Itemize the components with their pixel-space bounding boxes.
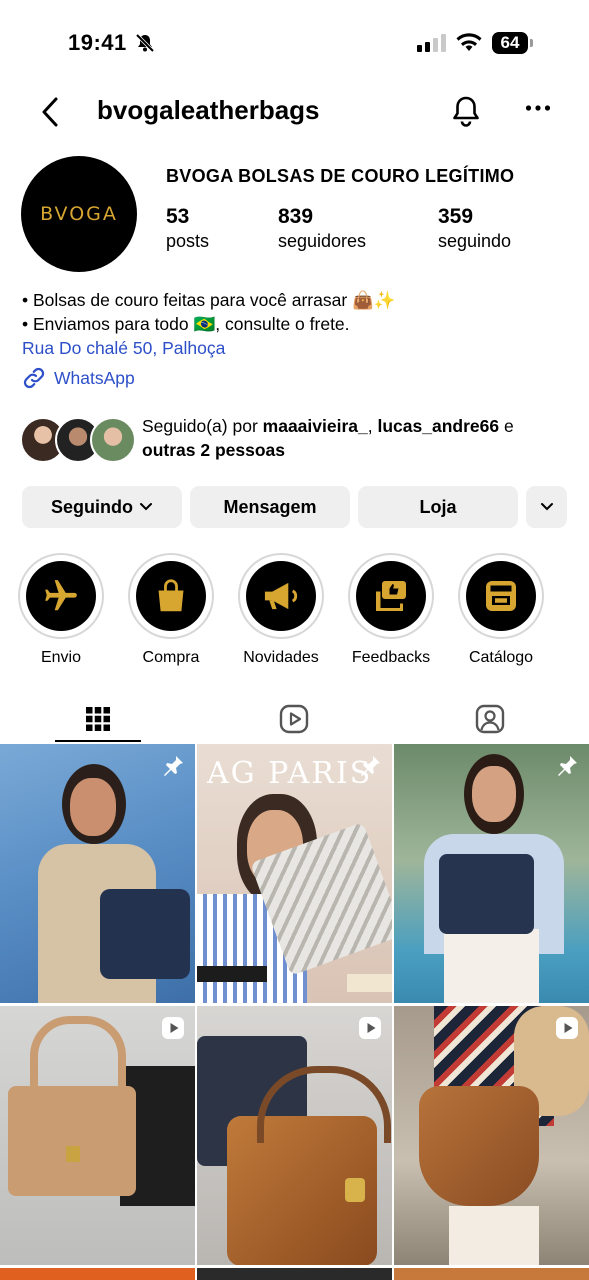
stat-following-value: 359 xyxy=(438,205,474,228)
silent-mode-icon xyxy=(135,33,155,53)
message-button[interactable]: Mensagem xyxy=(190,486,350,528)
airplane-icon xyxy=(45,580,77,611)
storefront-icon xyxy=(486,581,516,611)
wifi-icon xyxy=(456,33,482,51)
cellular-signal-icon xyxy=(417,34,446,52)
post-thumbnail-6[interactable] xyxy=(394,1006,589,1265)
chevron-down-icon xyxy=(540,503,553,511)
post-thumbnail-5[interactable] xyxy=(197,1006,392,1265)
post-overlay-text: AG PARIS xyxy=(207,756,373,791)
suggested-accounts-button[interactable] xyxy=(526,486,567,528)
whatsapp-link-label: WhatsApp xyxy=(54,368,135,388)
stat-posts-value: 53 xyxy=(166,205,190,228)
post-thumbnail-9[interactable] xyxy=(394,1268,589,1280)
chevron-down-icon xyxy=(140,503,152,511)
active-tab-indicator xyxy=(55,740,141,742)
post-thumbnail-3[interactable] xyxy=(394,744,589,1003)
highlight-feedbacks[interactable]: Feedbacks xyxy=(348,553,434,667)
stat-following[interactable]: 359 seguindo xyxy=(438,204,511,252)
highlight-novidades[interactable]: Novidades xyxy=(238,553,324,667)
megaphone-icon xyxy=(264,582,298,610)
following-button-label: Seguindo xyxy=(51,496,133,517)
highlight-label: Catálogo xyxy=(468,649,534,666)
tab-tagged[interactable] xyxy=(392,695,588,743)
post-thumbnail-1[interactable] xyxy=(0,744,195,1003)
status-time: 19:41 xyxy=(68,30,127,55)
reels-icon xyxy=(279,704,309,734)
highlight-envio[interactable]: Envio xyxy=(18,553,104,667)
bio-line-2: • Enviamos para todo 🇧🇷, consulte o fret… xyxy=(22,314,350,334)
followed-by-prefix: Seguido(a) por xyxy=(142,416,258,436)
notification-bell-icon[interactable] xyxy=(451,95,481,127)
followed-by-others[interactable]: outras 2 pessoas xyxy=(142,440,285,460)
reel-icon xyxy=(359,1017,381,1039)
tab-posts-grid[interactable] xyxy=(0,695,196,743)
post-thumbnail-4[interactable] xyxy=(0,1006,195,1265)
stat-posts-label: posts xyxy=(166,231,210,251)
back-arrow-icon[interactable] xyxy=(38,95,62,129)
highlight-catalogo[interactable]: Catálogo xyxy=(458,553,544,667)
highlight-compra[interactable]: Compra xyxy=(128,553,214,667)
tagged-icon xyxy=(475,704,505,734)
stat-following-label: seguindo xyxy=(438,231,512,251)
post-thumbnail-8[interactable] xyxy=(197,1268,392,1280)
profile-username: bvogaleatherbags xyxy=(97,95,320,125)
stat-posts[interactable]: 53 posts xyxy=(166,204,209,252)
post-thumbnail-2[interactable]: AG PARIS xyxy=(197,744,392,1003)
highlight-label: Feedbacks xyxy=(351,649,431,666)
stat-followers-value: 839 xyxy=(278,205,314,228)
brand-logo: BVOGA xyxy=(40,203,118,225)
shop-button[interactable]: Loja xyxy=(358,486,518,528)
highlight-label: Novidades xyxy=(243,649,319,666)
followed-by-user-1[interactable]: maaaivieira_ xyxy=(263,416,368,436)
shop-button-label: Loja xyxy=(419,496,457,517)
pinned-icon xyxy=(164,756,183,776)
bio-line-1: • Bolsas de couro feitas para você arras… xyxy=(22,290,396,310)
followed-by-text[interactable]: Seguido(a) por maaaivieira_, lucas_andre… xyxy=(142,414,572,462)
tab-reels[interactable] xyxy=(196,695,392,743)
feedback-icon xyxy=(376,581,406,611)
reel-icon xyxy=(162,1017,184,1039)
stat-followers-label: seguidores xyxy=(278,231,367,251)
grid-icon xyxy=(86,707,110,731)
highlight-label: Envio xyxy=(40,649,82,666)
highlight-label: Compra xyxy=(142,649,200,666)
battery-indicator: 64 xyxy=(492,32,528,54)
followed-by-user-2[interactable]: lucas_andre66 xyxy=(378,416,500,436)
whatsapp-link[interactable]: WhatsApp xyxy=(22,366,135,390)
shopping-bag-icon xyxy=(158,579,184,612)
link-icon xyxy=(23,367,45,389)
pinned-icon xyxy=(558,756,577,776)
more-options-icon[interactable] xyxy=(525,104,551,112)
profile-avatar[interactable]: BVOGA xyxy=(21,156,137,272)
message-button-label: Mensagem xyxy=(223,496,317,517)
following-button[interactable]: Seguindo xyxy=(22,486,182,528)
followed-by-and: e xyxy=(503,416,514,436)
followed-by-separator: , xyxy=(367,416,373,436)
battery-cap xyxy=(530,39,533,47)
follower-avatar-3[interactable] xyxy=(90,417,136,463)
reel-icon xyxy=(556,1017,578,1039)
post-thumbnail-7[interactable] xyxy=(0,1268,195,1280)
profile-address-link[interactable]: Rua Do chalé 50, Palhoça xyxy=(22,336,225,360)
stat-followers[interactable]: 839 seguidores xyxy=(278,204,366,252)
profile-display-name: BVOGA BOLSAS DE COURO LEGÍTIMO xyxy=(166,166,515,186)
pinned-icon xyxy=(361,756,380,776)
